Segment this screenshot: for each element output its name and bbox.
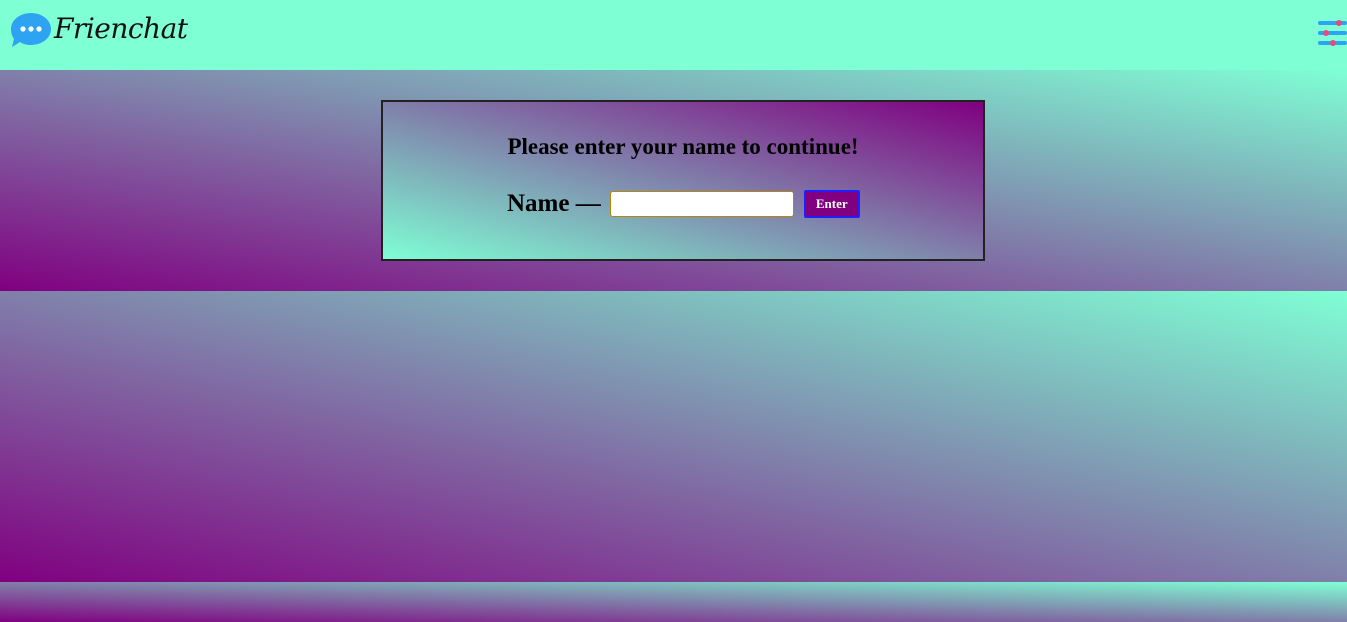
chat-bubble-icon — [11, 13, 51, 47]
app-logo[interactable]: Frienchat — [10, 12, 188, 49]
sliders-menu-icon[interactable] — [1317, 18, 1347, 48]
top-header: Frienchat — [0, 0, 1347, 70]
content-section — [0, 291, 1347, 582]
name-input[interactable] — [609, 191, 794, 217]
name-label: Name — — [507, 190, 601, 217]
app-name: Frienchat — [54, 12, 188, 45]
login-panel: Please enter your name to continue! Name… — [381, 100, 985, 261]
enter-button[interactable]: Enter — [803, 190, 860, 218]
login-prompt: Please enter your name to continue! — [507, 134, 859, 159]
footer-section — [0, 582, 1347, 622]
name-form: Name — Enter — [507, 190, 860, 218]
